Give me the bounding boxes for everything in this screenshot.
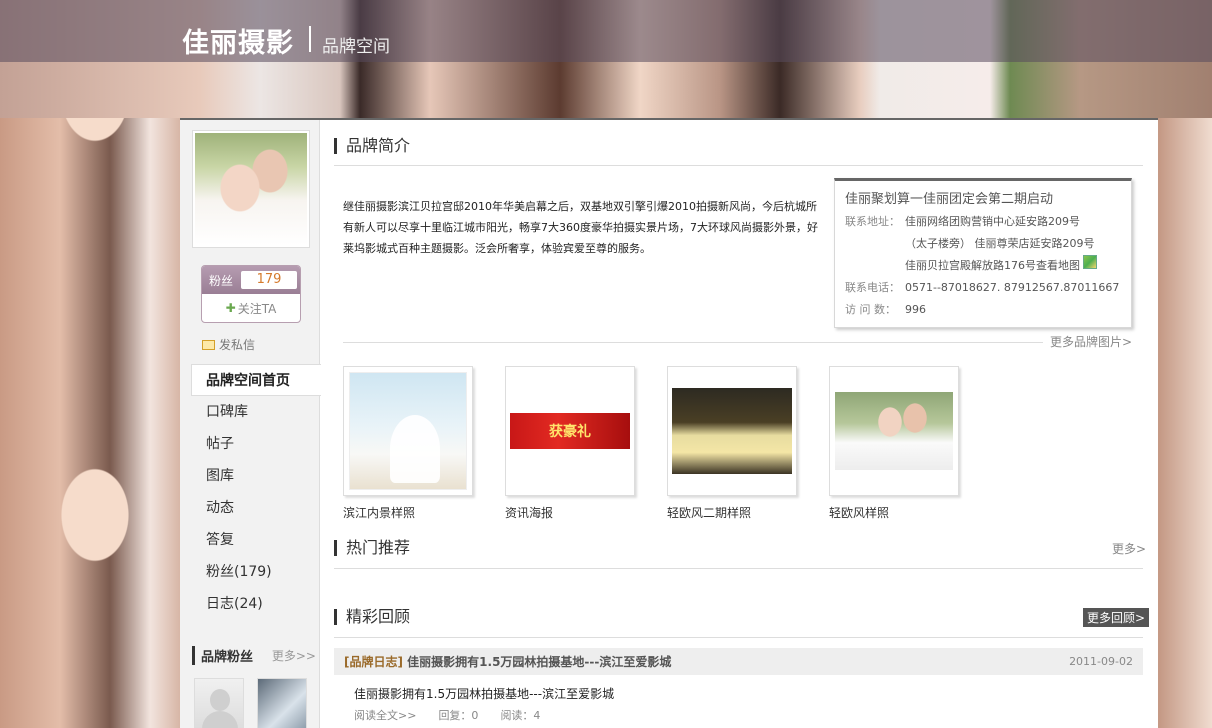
gallery-caption[interactable]: 滨江内景样照: [343, 504, 505, 521]
thumbnail-frame: [667, 366, 797, 496]
gallery-item[interactable]: 滨江内景样照: [343, 366, 505, 521]
phone-row: 联系电话： 0571--87018627. 87912567.87011667: [845, 277, 1121, 299]
wedding-photo: [835, 392, 953, 470]
hot-more-link[interactable]: 更多>: [1112, 540, 1146, 557]
gallery-item[interactable]: 轻欧风样照: [829, 366, 991, 521]
brand-space-label: 品牌空间: [322, 37, 390, 57]
intro-title: 品牌简介: [334, 138, 410, 154]
gallery-caption[interactable]: 轻欧风样照: [829, 504, 991, 521]
review-meta: 阅读全文>> 回复：0 阅读：4: [354, 707, 540, 723]
nav-item-blog[interactable]: 日志(24): [180, 588, 320, 620]
address-row-3: 佳丽贝拉宫殿解放路176号查看地图: [845, 255, 1121, 277]
contact-info-box: 佳丽聚划算一佳丽团定会第二期启动 联系地址： 佳丽网络团购营销中心延安路209号 …: [834, 178, 1132, 328]
read-more-link[interactable]: 阅读全文>>: [354, 707, 416, 723]
follow-label: 关注TA: [237, 301, 277, 316]
thumbnail-frame: 获豪礼: [505, 366, 635, 496]
map-icon[interactable]: [1083, 255, 1097, 269]
address-line-2: （太子楼旁） 佳丽尊荣店延安路209号: [905, 237, 1095, 250]
poster-banner: 获豪礼: [510, 413, 630, 449]
photo-gallery: 滨江内景样照 获豪礼 资讯海报 轻欧风二期样照 轻欧风样照: [343, 366, 991, 521]
reply-count: 回复：0: [438, 709, 479, 722]
fans-count: 179: [241, 271, 298, 289]
logo-divider: [309, 26, 311, 52]
top-bar: 佳丽摄影 品牌空间: [0, 0, 1212, 62]
divider: [334, 165, 1143, 166]
brand-fans-header: 品牌粉丝 更多>>: [192, 646, 316, 665]
hot-recommend-title: 热门推荐: [334, 540, 410, 556]
user-silhouette-body: [202, 711, 238, 728]
promo-title[interactable]: 佳丽聚划算一佳丽团定会第二期启动: [845, 188, 1121, 207]
sidebar-nav: 品牌空间首页 口碑库 帖子 图库 动态 答复 粉丝(179) 日志(24): [180, 364, 321, 620]
nav-item-gallery[interactable]: 图库: [180, 460, 320, 492]
gallery-divider: [343, 342, 1043, 343]
phone-value: 0571--87018627. 87912567.87011667: [905, 281, 1120, 294]
address-line-3[interactable]: 佳丽贝拉宫殿解放路176号查看地图: [905, 255, 1080, 277]
review-date: 2011-09-02: [1069, 655, 1133, 668]
nav-item-activity[interactable]: 动态: [180, 492, 320, 524]
nav-item-home[interactable]: 品牌空间首页: [191, 364, 321, 396]
wedding-photo: [672, 388, 792, 474]
sidebar: 粉丝 179 ✚ 关注TA 发私信 品牌空间首页 口碑库 帖子 图库 动态 答复 …: [180, 120, 321, 728]
review-headline[interactable]: 佳丽摄影拥有1.5万园林拍摄基地---滨江至爱影城: [407, 655, 671, 669]
address-label: 联系地址：: [845, 215, 900, 228]
visits-label: 访 问 数：: [845, 303, 896, 316]
more-reviews-button[interactable]: 更多回顾>: [1083, 608, 1150, 627]
nav-item-fans[interactable]: 粉丝(179): [180, 556, 320, 588]
divider: [334, 568, 1143, 569]
user-silhouette-icon: [210, 689, 230, 711]
address-line-1: 佳丽网络团购营销中心延安路209号: [905, 215, 1080, 228]
review-summary: 佳丽摄影拥有1.5万园林拍摄基地---滨江至爱影城: [354, 687, 615, 701]
fans-box: 粉丝 179 ✚ 关注TA: [201, 265, 301, 323]
gallery-item[interactable]: 获豪礼 资讯海报: [505, 366, 667, 521]
fans-label: 粉丝: [209, 273, 234, 288]
brand-avatar[interactable]: [192, 130, 310, 248]
nav-item-reputation[interactable]: 口碑库: [180, 396, 320, 428]
review-item-header: [品牌日志] 佳丽摄影拥有1.5万园林拍摄基地---滨江至爱影城 2011-09…: [334, 648, 1143, 675]
review-item-title[interactable]: [品牌日志] 佳丽摄影拥有1.5万园林拍摄基地---滨江至爱影城: [344, 653, 671, 670]
visits-value: 996: [905, 303, 926, 316]
gallery-item[interactable]: 轻欧风二期样照: [667, 366, 829, 521]
plus-icon: ✚: [225, 301, 236, 315]
envelope-icon: [202, 339, 215, 350]
fan-avatar[interactable]: [257, 678, 307, 728]
gallery-caption[interactable]: 资讯海报: [505, 504, 667, 521]
intro-text: 继佳丽摄影滨江贝拉宫邸2010年华美启幕之后，双基地双引擎引爆2010拍摄新风尚…: [343, 200, 818, 255]
read-count: 阅读：4: [500, 709, 541, 722]
brand-fans-more-link[interactable]: 更多>>: [272, 647, 316, 664]
more-brand-photos-link[interactable]: 更多品牌图片>: [1050, 333, 1132, 350]
send-message-link[interactable]: 发私信: [202, 336, 255, 353]
gown-shape: [390, 415, 440, 483]
send-message-label: 发私信: [219, 338, 256, 352]
fan-avatar-placeholder[interactable]: [194, 678, 244, 728]
review-title: 精彩回顾: [334, 609, 410, 625]
phone-label: 联系电话：: [845, 281, 900, 294]
brand-fans-title: 品牌粉丝: [192, 646, 253, 665]
fans-counter: 粉丝 179: [202, 266, 300, 294]
follow-button[interactable]: ✚ 关注TA: [202, 294, 300, 322]
thumbnail-frame: [829, 366, 959, 496]
divider: [334, 637, 1143, 638]
thumbnail-frame: [343, 366, 473, 496]
brand-logo[interactable]: 佳丽摄影: [182, 21, 294, 60]
wedding-photo: [349, 372, 467, 490]
avatar-image: [195, 133, 307, 245]
nav-item-posts[interactable]: 帖子: [180, 428, 320, 460]
main-panel: 粉丝 179 ✚ 关注TA 发私信 品牌空间首页 口碑库 帖子 图库 动态 答复 …: [180, 118, 1158, 728]
review-category[interactable]: [品牌日志]: [344, 655, 403, 669]
address-row: 联系地址： 佳丽网络团购营销中心延安路209号: [845, 211, 1121, 233]
nav-item-replies[interactable]: 答复: [180, 524, 320, 556]
visits-row: 访 问 数： 996: [845, 299, 1121, 321]
gallery-caption[interactable]: 轻欧风二期样照: [667, 504, 829, 521]
